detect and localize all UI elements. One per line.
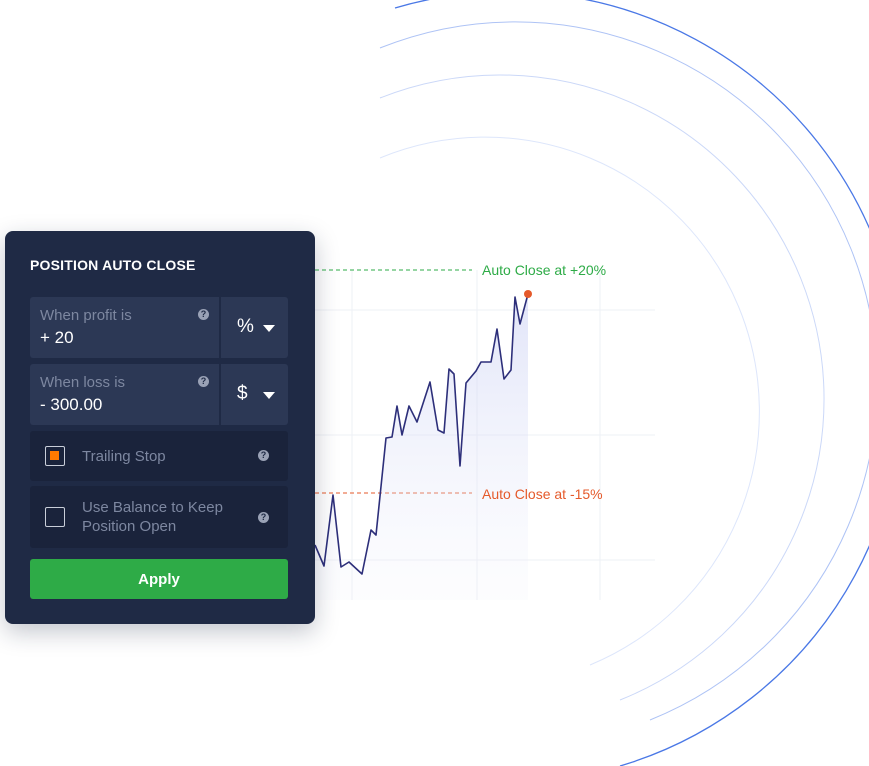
profit-field-label: When profit is <box>40 307 132 324</box>
help-icon[interactable]: ? <box>258 512 269 523</box>
loss-unit-value: $ <box>237 383 248 404</box>
loss-input[interactable] <box>40 395 210 415</box>
position-auto-close-panel: POSITION AUTO CLOSE When profit is ? % W… <box>5 231 315 624</box>
take-profit-label: Auto Close at +20% <box>482 262 607 278</box>
trailing-stop-label: Trailing Stop <box>82 448 166 465</box>
profit-input-box[interactable]: When profit is ? <box>30 297 219 358</box>
use-balance-checkbox[interactable] <box>45 507 65 527</box>
current-price-dot <box>524 290 532 298</box>
loss-field: When loss is ? $ <box>30 364 288 425</box>
decor-arc <box>379 74 825 701</box>
decor-arc <box>379 21 869 721</box>
help-icon[interactable]: ? <box>198 309 209 320</box>
trailing-stop-checkbox[interactable] <box>45 446 65 466</box>
caret-down-icon <box>263 392 275 399</box>
use-balance-label: Use Balance to Keep Position Open <box>82 499 223 535</box>
stop-loss-label: Auto Close at -15% <box>482 486 603 502</box>
price-area <box>315 294 528 600</box>
auto-close-illustration: Auto Close at +20% Auto Close at -15% PO… <box>0 0 869 766</box>
trailing-stop-option[interactable]: Trailing Stop ? <box>30 431 288 481</box>
panel-title: POSITION AUTO CLOSE <box>30 257 196 273</box>
apply-button[interactable]: Apply <box>30 559 288 599</box>
loss-input-box[interactable]: When loss is ? <box>30 364 219 425</box>
loss-field-label: When loss is <box>40 374 126 391</box>
help-icon[interactable]: ? <box>198 376 209 387</box>
caret-down-icon <box>263 325 275 332</box>
help-icon[interactable]: ? <box>258 450 269 461</box>
profit-unit-value: % <box>237 316 254 337</box>
use-balance-option[interactable]: Use Balance to Keep Position Open ? <box>30 486 288 548</box>
loss-unit-dropdown[interactable]: $ <box>221 364 288 425</box>
profit-input[interactable] <box>40 328 210 348</box>
profit-unit-dropdown[interactable]: % <box>221 297 288 358</box>
profit-field: When profit is ? % <box>30 297 288 358</box>
checkbox-checked-mark <box>50 451 59 460</box>
